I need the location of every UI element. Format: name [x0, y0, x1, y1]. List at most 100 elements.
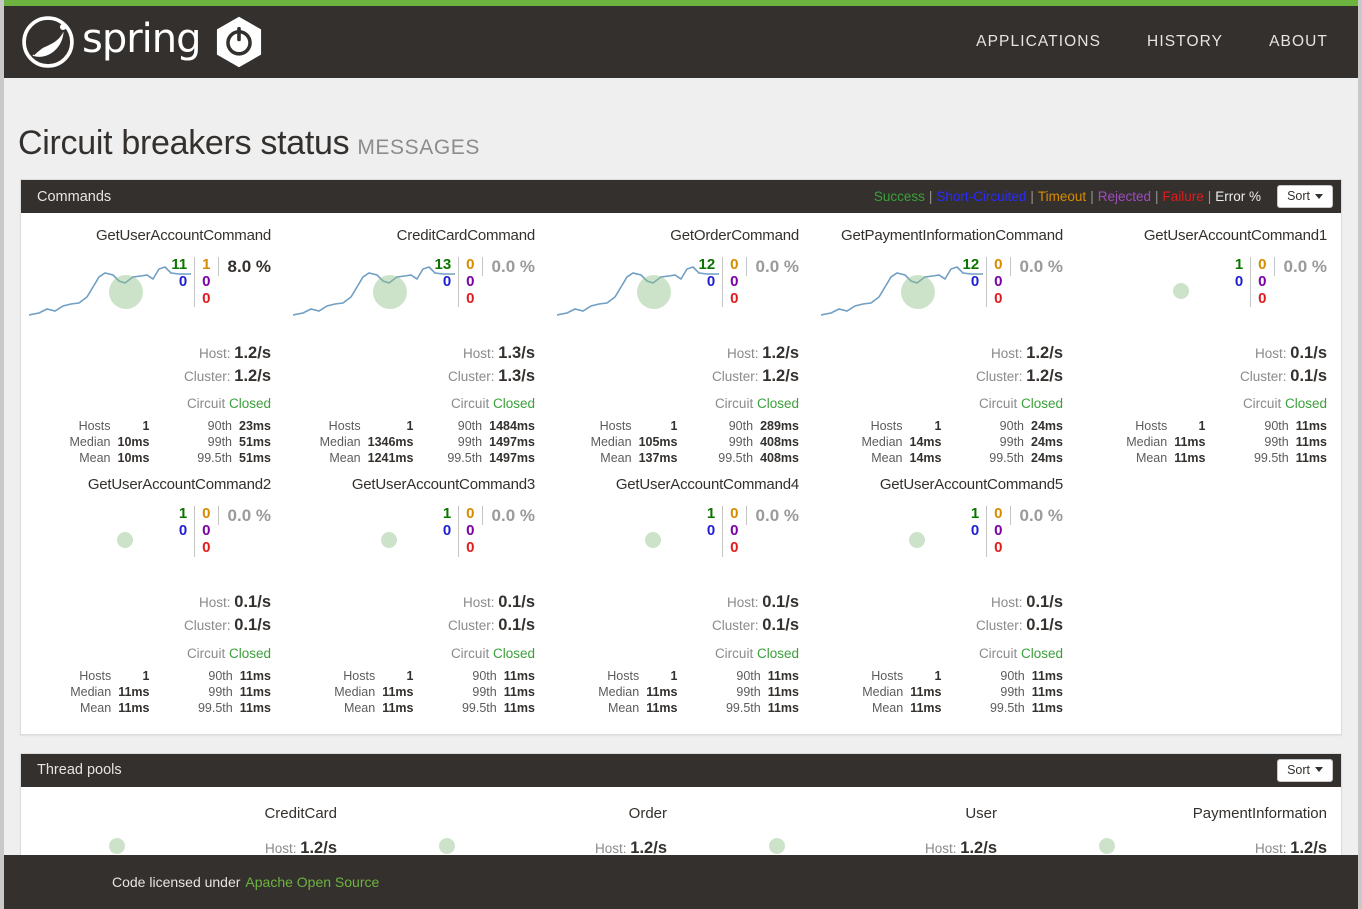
- circuit-label: Circuit: [978, 645, 1018, 661]
- count-short-circuited: 0: [1234, 272, 1244, 290]
- count-success: 13: [434, 256, 452, 273]
- commands-sort-button[interactable]: Sort: [1277, 185, 1333, 208]
- circuit-label: Circuit: [714, 396, 754, 412]
- stat-value-p995: 51ms: [239, 451, 271, 466]
- legend-short-circuited[interactable]: Short-Circuited: [936, 189, 1026, 204]
- nav-link-about[interactable]: ABOUT: [1269, 33, 1328, 51]
- cluster-rate-value: 0.1/s: [234, 615, 271, 634]
- host-rate-row: Host: 0.1/s: [563, 592, 799, 613]
- count-success: 1: [442, 505, 452, 523]
- cluster-rate-value: 1.3/s: [498, 366, 535, 385]
- command-card[interactable]: GetOrderCommand 12 0 0 0 0 0.0 % Host: 1…: [549, 221, 813, 470]
- stat-label-hosts: Hosts: [328, 419, 361, 434]
- command-card[interactable]: GetUserAccountCommand5 1 0 0 0 0 0.0 % H…: [813, 470, 1077, 719]
- command-card[interactable]: GetUserAccountCommand2 1 0 0 0 0 0.0 % H…: [21, 470, 285, 719]
- stat-label-p995: 99.5th: [461, 700, 497, 715]
- command-card[interactable]: GetUserAccountCommand1 1 0 0 0 0 0.0 % H…: [1077, 221, 1341, 470]
- latency-stats-table: Hosts 1 90th 289ms Median 105ms 99th 408…: [563, 418, 799, 466]
- circuit-state-badge: Closed: [1020, 396, 1063, 412]
- spring-logo: spring: [22, 16, 202, 68]
- stat-label-p99: 99th: [207, 435, 233, 450]
- host-rate-value: 1.2/s: [234, 344, 271, 362]
- brand-wordmark: spring: [82, 16, 202, 62]
- latency-stats-table: Hosts 1 90th 11ms Median 11ms 99th 11ms …: [1091, 418, 1327, 466]
- count-rejected: 0: [730, 522, 739, 540]
- stat-value-mean: 1241ms: [367, 451, 414, 466]
- command-card[interactable]: GetPaymentInformationCommand 12 0 0 0 0 …: [813, 221, 1077, 470]
- threadpool-host-label: Host:: [595, 840, 627, 856]
- stat-label-p90: 90th: [1264, 419, 1289, 434]
- cluster-rate-label: Cluster:: [712, 368, 759, 384]
- circuit-label: Circuit: [978, 396, 1018, 412]
- stat-label-p90: 90th: [999, 419, 1025, 434]
- count-timeout: 0: [466, 256, 475, 273]
- host-rate-row: Host: 1.2/s: [827, 343, 1063, 364]
- stat-label-median: Median: [70, 684, 112, 699]
- commands-panel-title: Commands: [37, 188, 112, 205]
- command-counts: 1 0 0 0 0 0.0 %: [436, 505, 535, 557]
- footer: Code licensed under Apache Open Source: [4, 855, 1358, 909]
- latency-stats-table: Hosts 1 90th 1484ms Median 1346ms 99th 1…: [299, 418, 535, 466]
- command-card[interactable]: GetUserAccountCommand4 1 0 0 0 0 0.0 % H…: [549, 470, 813, 719]
- legend-success[interactable]: Success: [874, 189, 925, 204]
- stat-label-mean: Mean: [329, 451, 361, 466]
- legend-separator: |: [1155, 189, 1159, 204]
- legend-error-pct[interactable]: Error %: [1215, 189, 1261, 204]
- legend-failure[interactable]: Failure: [1163, 189, 1204, 204]
- legend-timeout[interactable]: Timeout: [1038, 189, 1086, 204]
- counts-left-column: 12 0: [691, 256, 722, 291]
- command-name: GetOrderCommand: [670, 227, 799, 244]
- command-card[interactable]: CreditCardCommand 13 0 0 0 0 0.0 % Host:…: [285, 221, 549, 470]
- nav-link-applications[interactable]: APPLICATIONS: [976, 33, 1101, 51]
- command-card[interactable]: GetUserAccountCommand 11 0 1 0 0 8.0 % H…: [21, 221, 285, 470]
- command-counts: 1 0 0 0 0 0.0 %: [172, 505, 271, 557]
- stat-label-p99: 99th: [457, 435, 483, 450]
- cluster-rate-row: Cluster: 0.1/s: [299, 615, 535, 636]
- cluster-rate-row: Cluster: 1.2/s: [827, 366, 1063, 387]
- stat-label-hosts: Hosts: [79, 668, 112, 683]
- stat-value-p90: 11ms: [1295, 419, 1327, 434]
- count-success: 1: [970, 505, 980, 523]
- command-counts: 13 0 0 0 0 0.0 %: [427, 256, 535, 308]
- command-name: GetPaymentInformationCommand: [840, 227, 1063, 244]
- nav-links: APPLICATIONS HISTORY ABOUT: [976, 33, 1328, 51]
- threadpools-sort-button[interactable]: Sort: [1277, 758, 1333, 782]
- stat-value-p90: 11ms: [503, 668, 535, 683]
- counts-right-column: 1 0 0: [194, 256, 217, 308]
- nav-link-history[interactable]: HISTORY: [1147, 33, 1223, 51]
- stat-value-hosts: 1: [670, 668, 678, 683]
- command-card[interactable]: GetUserAccountCommand3 1 0 0 0 0 0.0 % H…: [285, 470, 549, 719]
- cluster-rate-value: 1.2/s: [1026, 366, 1063, 385]
- stat-label-mean: Mean: [79, 700, 112, 715]
- count-rejected: 0: [994, 522, 1003, 540]
- footer-text: Code licensed under: [112, 874, 241, 890]
- cluster-rate-row: Cluster: 1.2/s: [35, 366, 271, 387]
- stat-value-p90: 11ms: [767, 668, 799, 683]
- cluster-rate-label: Cluster:: [448, 368, 495, 384]
- stat-value-mean: 137ms: [638, 451, 678, 466]
- page-header: Circuit breakers status MESSAGES: [4, 78, 1358, 179]
- host-rate-row: Host: 0.1/s: [827, 592, 1063, 613]
- error-percentage: 0.0 %: [481, 257, 535, 277]
- stat-value-hosts: 1: [406, 668, 414, 683]
- error-percentage: 8.0 %: [217, 257, 271, 277]
- circuit-status-row: Circuit Closed: [827, 646, 1063, 661]
- command-metrics: 1 0 0 0 0 0.0 %: [1091, 245, 1327, 341]
- circuit-state-badge: Closed: [1020, 645, 1063, 661]
- threadpool-name: Order: [628, 804, 667, 822]
- count-failure: 0: [202, 538, 211, 556]
- legend-rejected[interactable]: Rejected: [1098, 189, 1151, 204]
- app-root: spring APPLICATIONS HISTORY ABOUT Circui…: [0, 0, 1362, 909]
- count-rejected: 0: [1258, 272, 1267, 290]
- stat-label-hosts: Hosts: [1135, 419, 1168, 434]
- brand[interactable]: spring: [22, 16, 263, 68]
- stat-value-median: 10ms: [117, 435, 150, 450]
- spring-boot-power-icon: [216, 16, 261, 68]
- stat-label-p99: 99th: [728, 435, 754, 450]
- footer-license-link[interactable]: Apache Open Source: [245, 874, 379, 890]
- legend-separator: |: [1207, 189, 1212, 204]
- count-success: 1: [1234, 256, 1244, 273]
- circuit-state-badge: Closed: [756, 645, 799, 661]
- stat-value-mean: 11ms: [910, 700, 942, 715]
- counts-left-column: 1 0: [964, 505, 986, 540]
